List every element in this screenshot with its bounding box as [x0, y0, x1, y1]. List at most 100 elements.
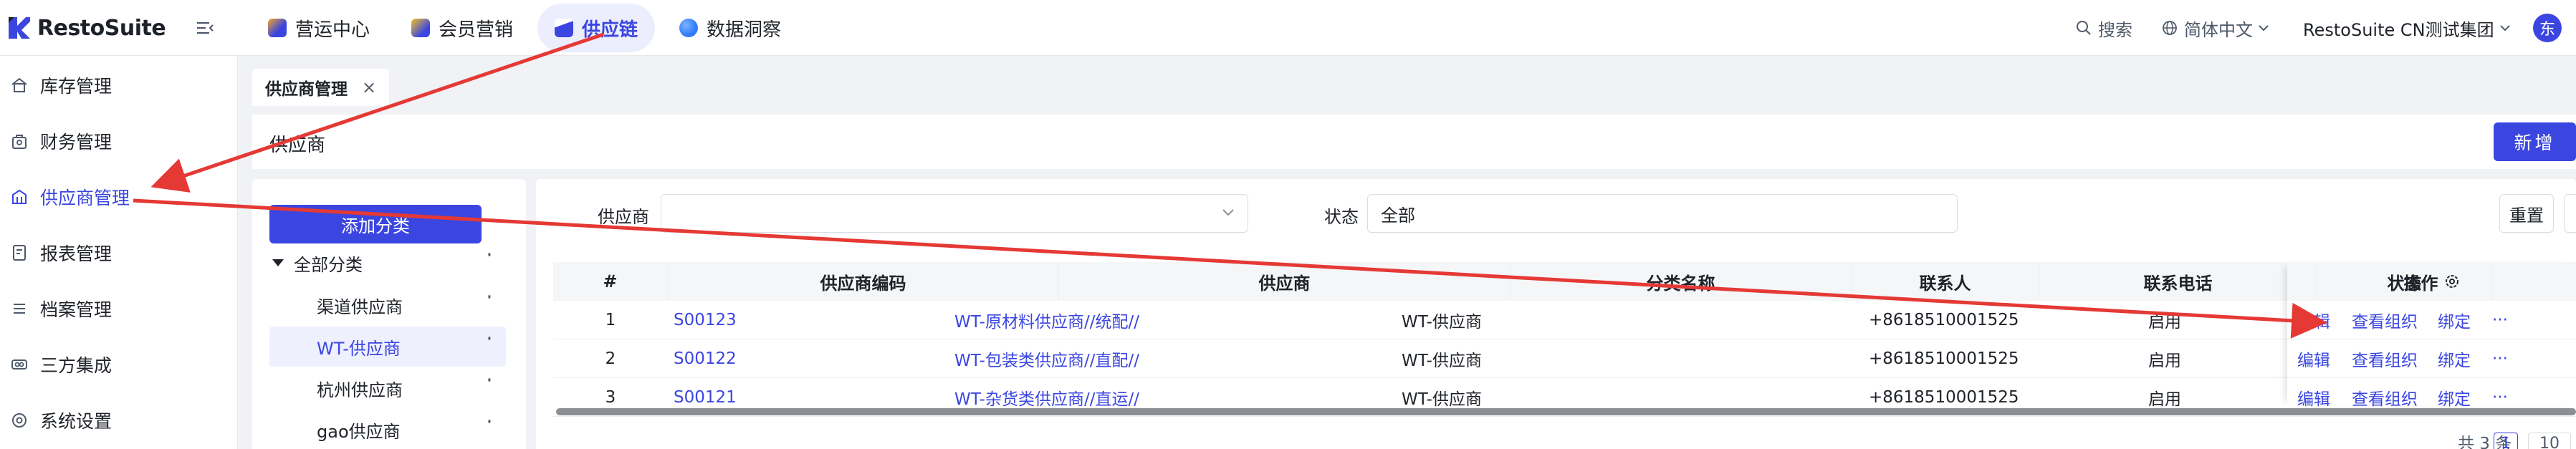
sidebar: 库存管理 财务管理 供应商管理 报表管理 档案管理 三方集成 系统设置 — [0, 56, 238, 449]
pagination-size-select[interactable]: 10 — [2528, 433, 2571, 449]
app-logo[interactable]: RestoSuite — [7, 12, 166, 44]
sidebar-item-finance[interactable]: 财务管理 — [0, 115, 238, 167]
view-org-link[interactable]: 查看组织 — [2352, 339, 2418, 378]
more-icon[interactable]: ··· — [2492, 301, 2508, 339]
sidebar-item-label: 系统设置 — [40, 411, 112, 432]
logo-mark-icon — [9, 17, 30, 39]
sidebar-item-inventory[interactable]: 库存管理 — [0, 59, 238, 111]
sidebar-item-report[interactable]: 报表管理 — [0, 227, 238, 279]
table-row[interactable]: 1 S00123 WT-原材料供应商//统配// WT-供应商 +8618510… — [553, 301, 2576, 339]
page-title: 供应商 — [269, 135, 326, 156]
tree-item[interactable]: WT-供应商 ··· — [269, 327, 506, 367]
column-header-contact: 联系人 — [1852, 262, 2039, 301]
membership-icon — [411, 19, 431, 37]
more-vertical-icon[interactable]: ··· — [479, 377, 497, 379]
cell-code-link[interactable]: S00122 — [674, 339, 737, 378]
tree-item-label: gao供应商 — [317, 421, 401, 442]
status-select[interactable]: 全部 — [1367, 194, 1958, 233]
cell-index: 1 — [605, 311, 616, 329]
cell-phone: +8618510001525 — [1869, 349, 2019, 368]
more-vertical-icon[interactable]: ··· — [479, 335, 497, 337]
nav-tab-supply-chain[interactable]: 供应链 — [537, 4, 656, 52]
supplier-select[interactable] — [661, 194, 1248, 233]
search-icon — [2077, 21, 2091, 35]
cell-category: WT-供应商 — [1402, 352, 1482, 370]
integration-icon — [11, 359, 27, 370]
cell-index: 2 — [605, 349, 616, 368]
column-header-category: 分类名称 — [1510, 262, 1852, 301]
tree-item[interactable]: 渠道供应商 ··· — [269, 285, 506, 325]
page-header: 供应商 — [252, 115, 2576, 169]
bind-link[interactable]: 绑定 — [2438, 339, 2471, 378]
column-header-actions-label: 操作 — [2287, 262, 2576, 301]
tree-item[interactable]: 杭州供应商 ··· — [269, 368, 506, 408]
top-bar: RestoSuite 营运中心 会员营销 供应链 数据洞察 搜索 简体中文 Re… — [0, 0, 2576, 56]
close-icon[interactable]: × — [362, 77, 376, 97]
global-search[interactable]: 搜索 — [2075, 16, 2132, 41]
column-header-supplier: 供应商 — [1059, 262, 1510, 301]
pagination-page-current[interactable]: 1 — [2494, 433, 2518, 449]
nav-tab-membership[interactable]: 会员营销 — [394, 4, 530, 52]
sidebar-item-settings[interactable]: 系统设置 — [0, 395, 238, 446]
org-label: RestoSuite CN测试集团 — [2303, 19, 2494, 40]
edit-link[interactable]: 编辑 — [2297, 301, 2330, 339]
nav-tab-label: 数据洞察 — [707, 19, 782, 41]
nav-tab-label: 供应链 — [582, 19, 638, 41]
language-selector[interactable]: 简体中文 — [2161, 16, 2274, 41]
column-header-phone: 联系电话 — [2039, 262, 2317, 301]
cell-status: 启用 — [2148, 313, 2181, 332]
table-header: # 供应商编码 供应商 分类名称 联系人 联系电话 状态 — [553, 262, 2576, 301]
sidebar-item-label: 财务管理 — [40, 132, 112, 153]
search-button[interactable] — [2564, 194, 2576, 233]
org-selector[interactable]: RestoSuite CN测试集团 — [2303, 16, 2516, 41]
add-category-button[interactable]: 添加分类 — [269, 205, 482, 243]
sidebar-item-supplier[interactable]: 供应商管理 — [0, 171, 238, 223]
cell-supplier-link[interactable]: WT-包装类供应商//直配// — [954, 339, 1139, 378]
supplier-filter-label: 供应商 — [598, 207, 649, 227]
tree-item-label: 全部分类 — [294, 254, 363, 275]
more-vertical-icon[interactable]: ··· — [479, 418, 497, 420]
cell-code-link[interactable]: S00123 — [674, 301, 737, 339]
bind-link[interactable]: 绑定 — [2438, 301, 2471, 339]
tree-item[interactable]: gao供应商 ··· — [269, 410, 506, 449]
tree-item-all[interactable]: 全部分类 ··· — [269, 243, 506, 283]
caret-down-icon[interactable] — [272, 259, 284, 266]
nav-tab-label: 营运中心 — [295, 19, 370, 41]
more-vertical-icon[interactable]: ··· — [479, 294, 497, 296]
user-avatar[interactable]: 东 — [2533, 14, 2562, 42]
settings-icon — [12, 413, 27, 428]
sidebar-item-label: 三方集成 — [40, 355, 112, 376]
collapse-menu-icon[interactable] — [195, 18, 215, 38]
actions-header-label: 操作 — [2403, 273, 2438, 294]
app-name: RestoSuite — [37, 15, 166, 41]
more-vertical-icon[interactable]: ··· — [479, 251, 497, 254]
tree-item-label: 杭州供应商 — [317, 380, 403, 400]
finance-icon — [12, 135, 27, 149]
sidebar-item-archive[interactable]: 档案管理 — [0, 283, 238, 334]
chevron-down-icon — [1222, 209, 1234, 216]
globe-icon — [2163, 21, 2177, 35]
sidebar-item-label: 库存管理 — [40, 76, 112, 97]
edit-link[interactable]: 编辑 — [2297, 339, 2330, 378]
add-supplier-button[interactable]: 新增 — [2494, 122, 2576, 161]
table-row[interactable]: 2 S00122 WT-包装类供应商//直配// WT-供应商 +8618510… — [553, 339, 2576, 378]
top-right-tools: 搜索 简体中文 RestoSuite CN测试集团 — [2075, 0, 2544, 56]
nav-tab-operations[interactable]: 营运中心 — [251, 4, 387, 52]
view-org-link[interactable]: 查看组织 — [2352, 301, 2418, 339]
home-icon — [11, 77, 27, 92]
sidebar-item-integration[interactable]: 三方集成 — [0, 339, 238, 390]
status-select-value: 全部 — [1381, 205, 1415, 226]
reset-button[interactable]: 重置 — [2499, 194, 2554, 233]
chevron-down-icon — [2499, 25, 2510, 32]
column-header-code: 供应商编码 — [668, 262, 1059, 301]
horizontal-scrollbar[interactable] — [556, 408, 2576, 415]
more-icon[interactable]: ··· — [2492, 339, 2508, 378]
cell-supplier-link[interactable]: WT-原材料供应商//统配// — [954, 301, 1139, 339]
nav-tab-data-insight[interactable]: 数据洞察 — [662, 4, 798, 52]
settings-icon[interactable] — [2444, 274, 2460, 289]
main-nav: 营运中心 会员营销 供应链 数据洞察 — [251, 4, 805, 52]
page-tab-label: 供应商管理 — [265, 80, 348, 99]
tree-item-label: WT-供应商 — [317, 338, 401, 359]
cell-phone: +8618510001525 — [1869, 311, 2019, 329]
page-tab-supplier-management[interactable]: 供应商管理 × — [252, 69, 390, 106]
